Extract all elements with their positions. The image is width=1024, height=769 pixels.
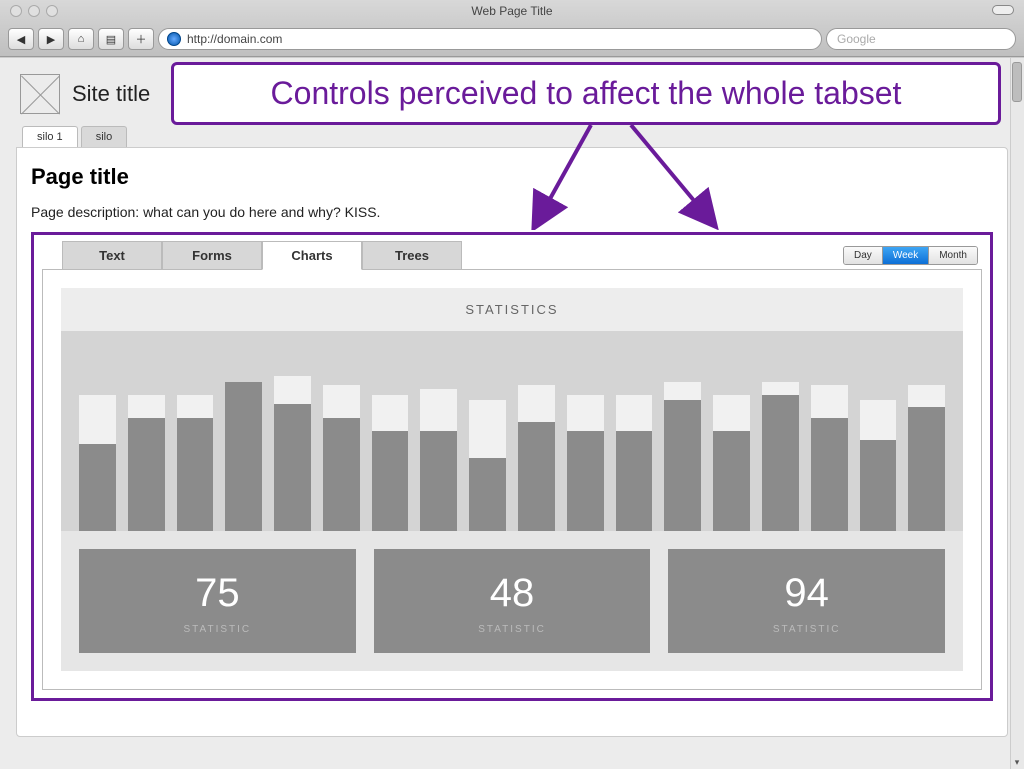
tab-forms[interactable]: Forms <box>162 241 262 269</box>
stat-value: 48 <box>374 571 651 616</box>
bar-column <box>811 349 848 531</box>
arrow-icon <box>521 120 611 230</box>
annotation-callout: Controls perceived to affect the whole t… <box>171 62 1001 125</box>
chart-panel: STATISTICS 75 STATISTIC 48 STATISTIC 94 STATI… <box>42 269 982 690</box>
stat-label: STATISTIC <box>374 624 651 635</box>
bar-column <box>420 349 457 531</box>
main-panel: Page title Page description: what can yo… <box>16 147 1008 737</box>
stat-card-0: 75 STATISTIC <box>79 549 356 653</box>
page-content: ▾ Site title silo 1silo Page title Page … <box>0 57 1024 769</box>
silo-tabs: silo 1silo <box>16 126 1008 147</box>
silo-tab-0[interactable]: silo 1 <box>22 126 78 147</box>
bar-column <box>372 349 409 531</box>
stat-label: STATISTIC <box>79 624 356 635</box>
url-text: http://domain.com <box>187 32 282 46</box>
segment-week[interactable]: Week <box>883 247 929 264</box>
bar-column <box>177 349 214 531</box>
scrollbar[interactable]: ▾ <box>1010 58 1024 769</box>
tab-trees[interactable]: Trees <box>362 241 462 269</box>
stat-label: STATISTIC <box>668 624 945 635</box>
globe-icon <box>167 32 181 46</box>
bar-column <box>616 349 653 531</box>
statistics-title: STATISTICS <box>61 288 963 331</box>
silo-tab-1[interactable]: silo <box>81 126 128 147</box>
browser-toolbar: ◀ ▶ ⌂ ▤ ＋ http://domain.com Google <box>0 22 1024 56</box>
page-description: Page description: what can you do here a… <box>31 204 993 220</box>
bar-column <box>860 349 897 531</box>
bar-column <box>79 349 116 531</box>
back-button[interactable]: ◀ <box>8 28 34 50</box>
tab-charts[interactable]: Charts <box>262 241 362 270</box>
titlebar: Web Page Title <box>0 0 1024 22</box>
highlighted-tabset: TextFormsChartsTrees DayWeekMonth STATIS… <box>31 232 993 701</box>
logo-placeholder-icon <box>20 74 60 114</box>
stat-boxes: 75 STATISTIC 48 STATISTIC 94 STATISTIC <box>61 531 963 671</box>
site-title: Site title <box>72 81 150 107</box>
bar-chart <box>61 331 963 531</box>
add-button[interactable]: ＋ <box>128 28 154 50</box>
bar-column <box>128 349 165 531</box>
page-title: Page title <box>31 164 993 190</box>
bar-column <box>469 349 506 531</box>
toolbar-pill-icon[interactable] <box>992 5 1014 15</box>
home-button[interactable]: ⌂ <box>68 28 94 50</box>
bar-column <box>567 349 604 531</box>
search-input[interactable]: Google <box>826 28 1016 50</box>
segment-month[interactable]: Month <box>929 247 977 264</box>
arrow-icon <box>621 120 731 230</box>
stat-card-1: 48 STATISTIC <box>374 549 651 653</box>
tab-text[interactable]: Text <box>62 241 162 269</box>
time-range-segmented: DayWeekMonth <box>843 246 978 265</box>
bar-column <box>664 349 701 531</box>
reader-button[interactable]: ▤ <box>98 28 124 50</box>
scrollbar-thumb[interactable] <box>1012 62 1022 102</box>
bar-column <box>323 349 360 531</box>
forward-button[interactable]: ▶ <box>38 28 64 50</box>
annotation-text: Controls perceived to affect the whole t… <box>192 75 980 112</box>
stat-value: 94 <box>668 571 945 616</box>
stat-value: 75 <box>79 571 356 616</box>
inner-tabs: TextFormsChartsTrees <box>62 241 462 269</box>
bar-column <box>713 349 750 531</box>
browser-chrome: Web Page Title ◀ ▶ ⌂ ▤ ＋ http://domain.c… <box>0 0 1024 57</box>
bar-column <box>274 349 311 531</box>
bar-column <box>518 349 555 531</box>
window-title: Web Page Title <box>0 4 1024 18</box>
bar-column <box>908 349 945 531</box>
statistics-card: STATISTICS 75 STATISTIC 48 STATISTIC 94 STATI… <box>61 288 963 671</box>
segment-day[interactable]: Day <box>844 247 883 264</box>
stat-card-2: 94 STATISTIC <box>668 549 945 653</box>
scrollbar-down-icon[interactable]: ▾ <box>1012 757 1022 767</box>
url-bar[interactable]: http://domain.com <box>158 28 822 50</box>
bar-column <box>762 349 799 531</box>
search-placeholder: Google <box>837 32 876 46</box>
bar-column <box>225 349 262 531</box>
